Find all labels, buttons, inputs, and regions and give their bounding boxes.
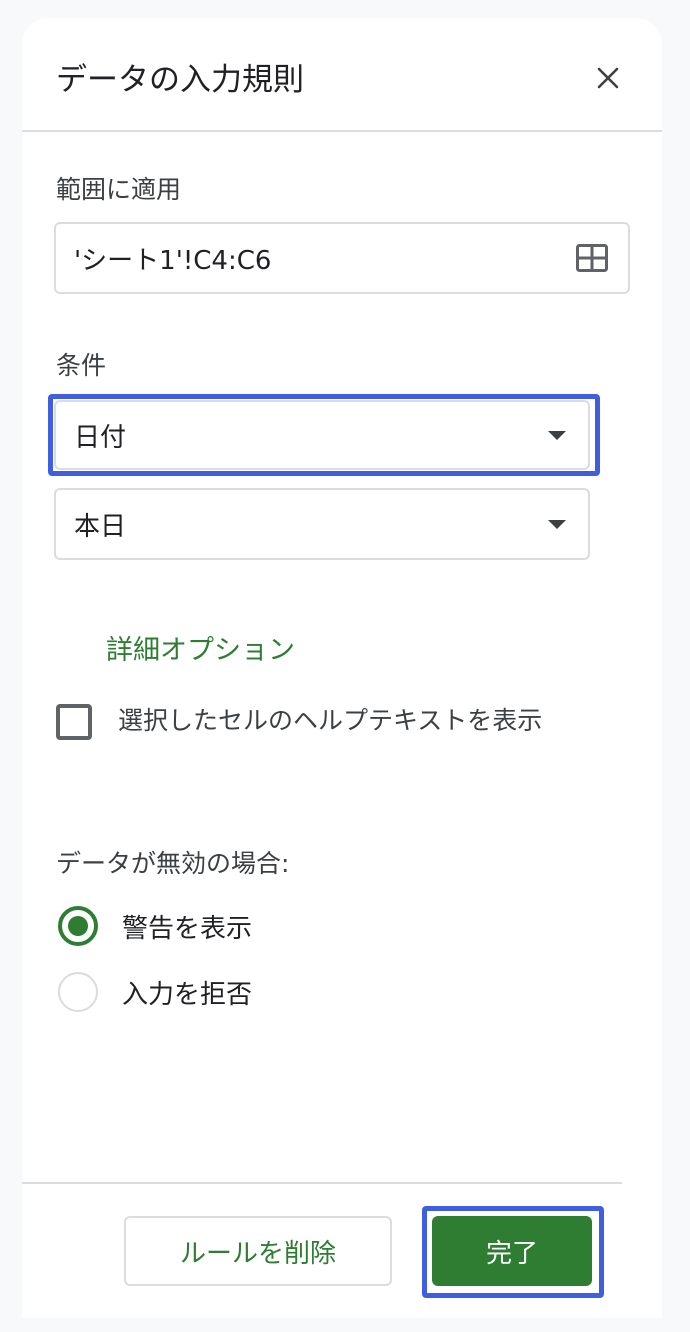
footer-divider [22,1182,622,1184]
range-input[interactable]: 'シート1'!C4:C6 [54,222,630,294]
range-label: 範囲に適用 [56,175,182,204]
help-text-checkbox[interactable] [56,704,92,740]
invalid-data-label: データが無効の場合: [56,849,290,878]
criteria-type-value: 日付 [74,422,127,453]
radio-selected-dot [68,916,88,936]
header-divider [22,130,662,132]
close-icon [597,67,619,89]
done-button[interactable]: 完了 [432,1216,592,1286]
dialog-title: データの入力規則 [56,62,304,98]
criteria-condition-select[interactable]: 本日 [54,488,590,560]
chevron-down-icon [548,431,566,440]
radio-reject-input-label: 入力を拒否 [122,980,253,1010]
grid-select-icon[interactable] [576,244,608,272]
criteria-type-select[interactable]: 日付 [54,400,590,470]
criteria-label: 条件 [56,351,107,380]
close-button[interactable] [588,58,628,98]
radio-reject-input[interactable] [58,972,98,1012]
range-value: 'シート1'!C4:C6 [74,245,272,276]
data-validation-panel: データの入力規則 範囲に適用 'シート1'!C4:C6 条件 日付 本日 詳細オ… [22,18,662,1318]
criteria-condition-value: 本日 [74,511,127,542]
radio-show-warning-label: 警告を表示 [122,914,253,944]
radio-show-warning[interactable] [58,906,98,946]
delete-rule-button[interactable]: ルールを削除 [124,1216,392,1286]
help-text-checkbox-label: 選択したセルのヘルプテキストを表示 [118,706,543,735]
chevron-down-icon [548,520,566,529]
advanced-options-link[interactable]: 詳細オプション [106,628,295,667]
